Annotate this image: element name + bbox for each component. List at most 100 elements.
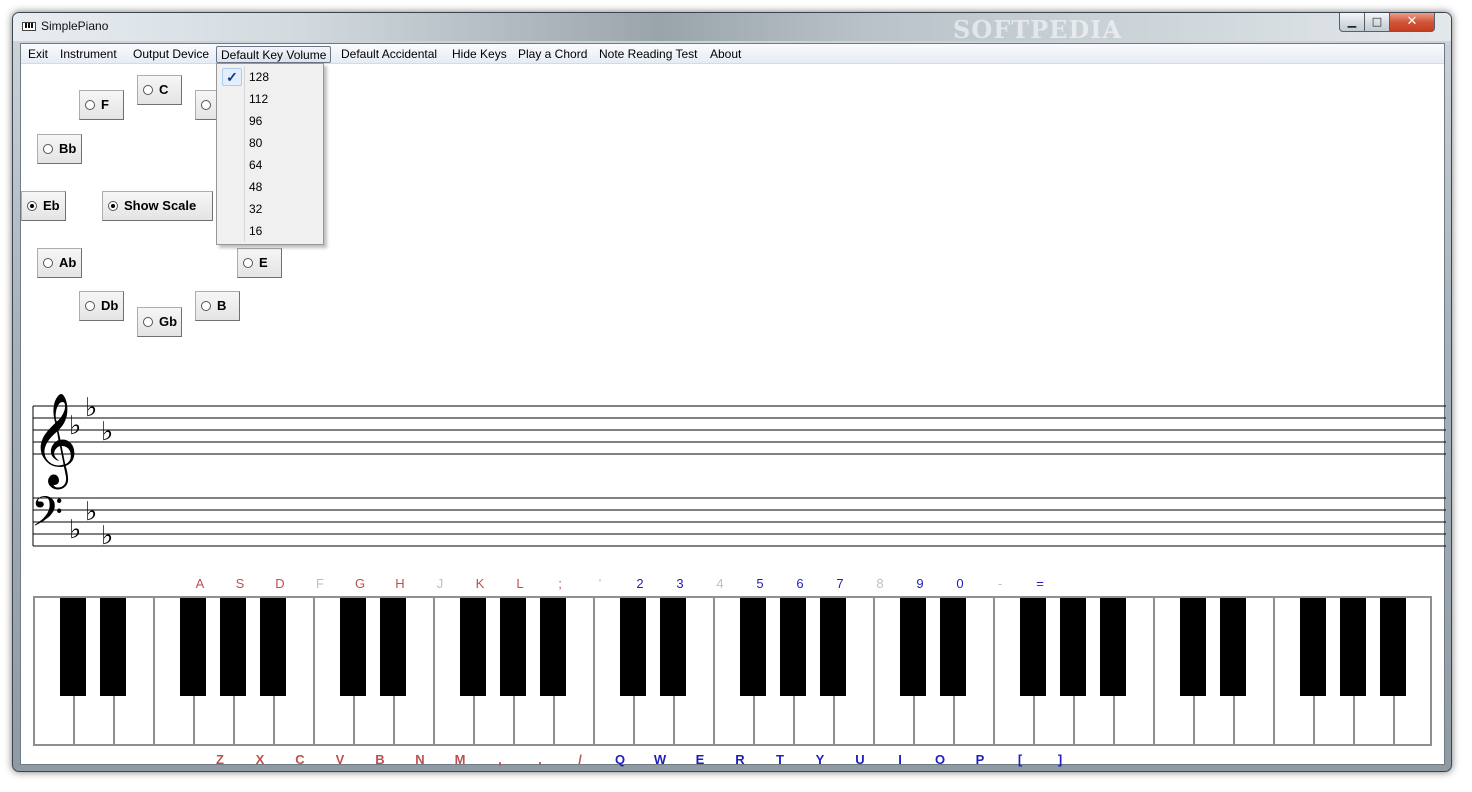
menu-output-device[interactable]: Output Device: [129, 46, 213, 63]
flat-icon: ♭: [101, 417, 113, 447]
volume-option-32[interactable]: 32: [219, 198, 321, 220]
black-key[interactable]: [900, 598, 926, 696]
key-hint-label: C: [295, 752, 305, 767]
key-button-label: Db: [101, 298, 119, 313]
key-button-f[interactable]: F: [79, 90, 124, 120]
volume-option-48[interactable]: 48: [219, 176, 321, 198]
key-button-gb[interactable]: Gb: [137, 307, 182, 337]
key-button-label: F: [101, 97, 109, 112]
black-key[interactable]: [380, 598, 406, 696]
black-key[interactable]: [220, 598, 246, 696]
menu-play-a-chord[interactable]: Play a Chord: [514, 46, 591, 63]
black-key[interactable]: [940, 598, 966, 696]
key-button-eb[interactable]: Eb: [21, 191, 66, 221]
key-hint-label: T: [776, 752, 784, 767]
key-button-bb[interactable]: Bb: [37, 134, 82, 164]
key-hint-label: 4: [716, 576, 724, 591]
flat-icon: ♭: [69, 411, 81, 441]
key-hint-label: 6: [796, 576, 804, 591]
black-key[interactable]: [1060, 598, 1086, 696]
radio-icon: [85, 301, 95, 311]
maximize-button[interactable]: □: [1364, 13, 1390, 32]
key-hint-label: R: [735, 752, 745, 767]
menu-hide-keys[interactable]: Hide Keys: [448, 46, 511, 63]
key-button-b[interactable]: B: [195, 291, 240, 321]
menu-about[interactable]: About: [706, 46, 745, 63]
radio-icon: [201, 301, 211, 311]
menu-default-accidental[interactable]: Default Accidental: [337, 46, 441, 63]
black-key[interactable]: [60, 598, 86, 696]
softpedia-watermark: SOFTPEDIA: [953, 15, 1123, 44]
key-hint-label: B: [375, 752, 385, 767]
volume-option-96[interactable]: 96: [219, 110, 321, 132]
black-key[interactable]: [1020, 598, 1046, 696]
black-key[interactable]: [1300, 598, 1326, 696]
key-button-c[interactable]: C: [137, 75, 182, 105]
radio-icon: [201, 100, 211, 110]
key-hint-label: U: [855, 752, 865, 767]
key-button-e[interactable]: E: [237, 248, 282, 278]
volume-option-label: 80: [249, 136, 263, 150]
key-hint-label: V: [335, 752, 345, 767]
radio-icon: [243, 258, 253, 268]
key-button-label: Ab: [59, 255, 77, 270]
black-key[interactable]: [660, 598, 686, 696]
key-hint-label: ,: [498, 752, 502, 767]
radio-selected-icon: [27, 201, 37, 211]
title-bar[interactable]: SimplePiano SOFTPEDIA ▁ □ ✕: [13, 13, 1451, 44]
show-scale-button[interactable]: Show Scale: [102, 191, 213, 221]
key-hint-label: 5: [756, 576, 764, 591]
key-button-db[interactable]: Db: [79, 291, 124, 321]
radio-icon: [143, 317, 153, 327]
key-hint-label: L: [516, 576, 524, 591]
key-hint-label: ': [598, 576, 602, 591]
volume-option-label: 48: [249, 180, 263, 194]
black-key[interactable]: [260, 598, 286, 696]
black-key[interactable]: [620, 598, 646, 696]
black-key[interactable]: [1340, 598, 1366, 696]
piano-app-icon: [22, 22, 36, 31]
black-key[interactable]: [180, 598, 206, 696]
volume-option-16[interactable]: 16: [219, 220, 321, 242]
key-hint-label: I: [898, 752, 902, 767]
key-button-label: C: [159, 82, 169, 97]
key-button-label: B: [217, 298, 227, 313]
black-key[interactable]: [1180, 598, 1206, 696]
key-hint-label: N: [415, 752, 425, 767]
key-button-ab[interactable]: Ab: [37, 248, 82, 278]
key-hint-label: K: [475, 576, 485, 591]
menu-instrument[interactable]: Instrument: [56, 46, 121, 63]
key-hint-label: M: [454, 752, 466, 767]
black-key[interactable]: [1100, 598, 1126, 696]
menu-default-key-volume[interactable]: Default Key Volume: [216, 46, 332, 63]
black-key[interactable]: [540, 598, 566, 696]
key-hint-label: ]: [1057, 752, 1063, 767]
black-key[interactable]: [1220, 598, 1246, 696]
menu-exit[interactable]: Exit: [24, 46, 52, 63]
volume-option-128[interactable]: ✓ 128: [219, 66, 321, 88]
volume-option-64[interactable]: 64: [219, 154, 321, 176]
volume-option-label: 16: [249, 224, 263, 238]
key-hint-label: 0: [956, 576, 964, 591]
black-key[interactable]: [740, 598, 766, 696]
flat-icon: ♭: [69, 515, 81, 545]
show-scale-label: Show Scale: [124, 198, 197, 213]
treble-staff-lines: [33, 405, 1446, 455]
volume-dropdown: ✓ 128 112 96 80 64 48 32 16: [216, 63, 324, 245]
volume-option-112[interactable]: 112: [219, 88, 321, 110]
black-key[interactable]: [500, 598, 526, 696]
black-key[interactable]: [340, 598, 366, 696]
black-key[interactable]: [780, 598, 806, 696]
black-key[interactable]: [820, 598, 846, 696]
key-hint-label: 8: [876, 576, 884, 591]
close-button[interactable]: ✕: [1389, 13, 1435, 32]
black-key[interactable]: [1380, 598, 1406, 696]
black-key[interactable]: [460, 598, 486, 696]
minimize-button[interactable]: ▁: [1339, 13, 1365, 32]
bass-key-signature: ♭ ♭ ♭: [69, 497, 113, 551]
black-key[interactable]: [100, 598, 126, 696]
key-hint-label: J: [436, 576, 444, 591]
check-icon: ✓: [222, 68, 242, 86]
menu-note-reading-test[interactable]: Note Reading Test: [595, 46, 702, 63]
volume-option-80[interactable]: 80: [219, 132, 321, 154]
